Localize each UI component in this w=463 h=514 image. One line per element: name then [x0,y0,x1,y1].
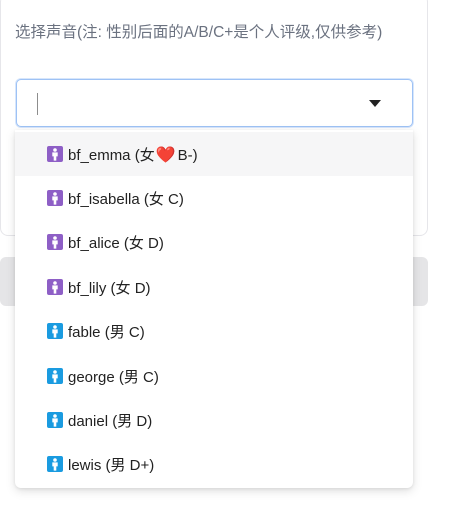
female-person-icon [47,190,63,206]
male-person-icon [47,323,63,339]
voice-search-input[interactable] [37,90,357,116]
option-detail: (女 D) [110,279,151,297]
option-name: lewis [68,456,102,474]
option-name: bf_lily [68,279,107,297]
male-person-icon [47,412,63,428]
voice-dropdown-list: bf_emma (女❤️ B-) bf_isabella (女 C) bf_ali… [15,130,413,488]
option-grade: B-) [177,146,198,164]
female-person-icon [47,234,63,250]
voice-option-fable[interactable]: fable (男 C) [15,309,413,353]
voice-option-bf-isabella[interactable]: bf_isabella (女 C) [15,176,413,220]
voice-option-george[interactable]: george (男 C) [15,354,413,398]
voice-select-label: 选择声音(注: 性别后面的A/B/C+是个人评级,仅供参考) [15,24,383,41]
option-name: daniel [68,412,109,430]
male-person-icon [47,368,63,384]
voice-option-lewis[interactable]: lewis (男 D+) [15,442,413,486]
option-name: bf_emma [68,146,131,164]
option-detail: (女 C) [143,190,184,208]
female-person-icon [47,146,63,162]
option-gender: (女 [134,146,155,164]
voice-select[interactable] [16,79,413,127]
heart-icon: ❤️ [155,146,176,164]
dropdown-arrow-icon[interactable] [369,100,381,107]
option-name: fable [68,323,101,341]
option-name: bf_alice [68,234,120,252]
option-detail: (男 D+) [105,456,155,474]
option-detail: (女 D) [123,234,164,252]
text-cursor [37,93,38,115]
option-detail: (男 C) [118,368,159,386]
option-detail: (男 D) [112,412,153,430]
female-person-icon [47,279,63,295]
voice-option-bf-emma[interactable]: bf_emma (女❤️ B-) [15,132,413,176]
voice-option-daniel[interactable]: daniel (男 D) [15,398,413,442]
option-name: bf_isabella [68,190,140,208]
voice-option-bf-alice[interactable]: bf_alice (女 D) [15,220,413,264]
male-person-icon [47,456,63,472]
voice-option-bf-lily[interactable]: bf_lily (女 D) [15,265,413,309]
option-detail: (男 C) [104,323,145,341]
option-name: george [68,368,115,386]
